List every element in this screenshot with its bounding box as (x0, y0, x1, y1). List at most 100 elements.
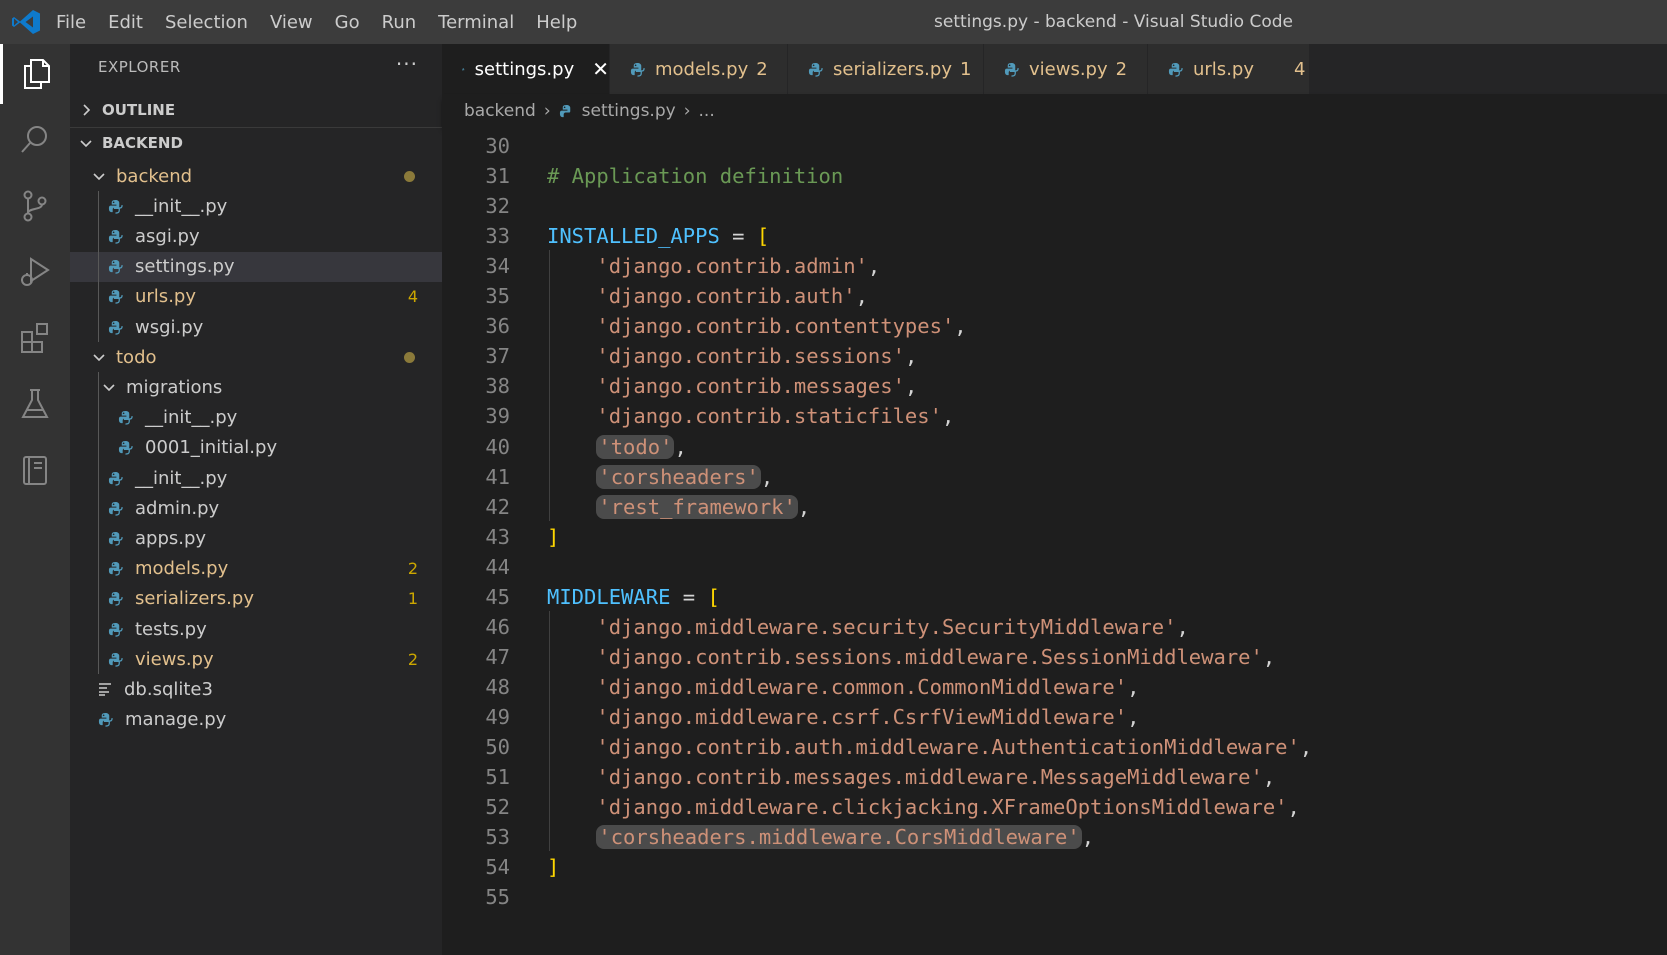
tab-urls.py[interactable]: urls.py 4 (1148, 44, 1310, 94)
code-line[interactable]: 55 (442, 881, 1667, 913)
tree-item-label: __init__.py (135, 467, 228, 489)
line-number: 34 (485, 254, 510, 279)
code-text: # Application definition (547, 160, 843, 192)
breadcrumb-file[interactable]: settings.py (582, 101, 676, 121)
code-line[interactable]: 34 'django.contrib.admin', (442, 250, 1667, 282)
python-file-icon (108, 320, 123, 335)
code-line[interactable]: 53 'corsheaders.middleware.CorsMiddlewar… (442, 821, 1667, 853)
code-line[interactable]: 44 (442, 551, 1667, 583)
tab-models.py[interactable]: models.py 2 (610, 44, 788, 94)
tree-item-label: models.py (135, 558, 229, 580)
tree-item-label: views.py (135, 648, 214, 670)
code-token: , (1127, 674, 1140, 699)
file-item[interactable]: apps.py (70, 523, 442, 553)
source-control-button[interactable] (0, 176, 70, 236)
file-item[interactable]: urls.py 4 (70, 282, 442, 312)
code-token: , (855, 284, 868, 309)
code-line[interactable]: 32 (442, 190, 1667, 222)
code-line[interactable]: 46 'django.middleware.security.SecurityM… (442, 611, 1667, 643)
folder-backend[interactable]: backend (70, 161, 442, 191)
code-line[interactable]: 49 'django.middleware.csrf.CsrfViewMiddl… (442, 701, 1667, 733)
breadcrumb-symbols[interactable]: ... (699, 101, 715, 121)
file-item[interactable]: admin.py (70, 493, 442, 523)
file-item[interactable]: __init__.py (70, 191, 442, 221)
file-item[interactable]: __init__.py (70, 403, 442, 433)
code-line[interactable]: 51 'django.contrib.messages.middleware.M… (442, 761, 1667, 793)
tab-views.py[interactable]: views.py 2 (984, 44, 1148, 94)
indent-guide (98, 191, 99, 343)
problem-count-badge: 2 (407, 559, 418, 579)
file-item[interactable]: db.sqlite3 (70, 674, 442, 704)
code-line[interactable]: 43] (442, 521, 1667, 553)
tab-label: views.py (1029, 58, 1108, 80)
file-item[interactable]: asgi.py (70, 221, 442, 251)
code-line[interactable]: 45 MIDDLEWARE = [ (442, 581, 1667, 613)
code-line[interactable]: 30 (442, 130, 1667, 162)
code-text: 'django.contrib.sessions', (547, 340, 917, 372)
chevron-right-icon (83, 104, 91, 116)
code-text: ] (547, 851, 559, 883)
code-line[interactable]: 35 'django.contrib.auth', (442, 280, 1667, 312)
code-token: , (867, 254, 881, 279)
file-item[interactable]: wsgi.py (70, 312, 442, 342)
extensions-button[interactable] (0, 308, 70, 368)
code-line[interactable]: 54] (442, 851, 1667, 883)
code-line[interactable]: 38 'django.contrib.messages', (442, 370, 1667, 402)
code-line[interactable]: 50 'django.contrib.auth.middleware.Authe… (442, 731, 1667, 763)
code-token: 'django.contrib.messages' (596, 374, 905, 399)
testing-button[interactable] (0, 374, 70, 434)
file-item[interactable]: tests.py (70, 614, 442, 644)
code-line[interactable]: 48 'django.middleware.common.CommonMiddl… (442, 671, 1667, 703)
line-number: 38 (485, 374, 510, 399)
line-number: 32 (485, 194, 510, 219)
breadcrumb-folder[interactable]: backend (464, 101, 536, 121)
code-line[interactable]: 47 'django.contrib.sessions.middleware.S… (442, 641, 1667, 673)
code-token: , (941, 404, 955, 429)
python-file-icon (1004, 62, 1019, 77)
outline-section[interactable]: OUTLINE (70, 95, 442, 125)
folder-migrations[interactable]: migrations (70, 372, 442, 402)
notebook-button[interactable] (0, 440, 70, 500)
code-token: 'django.contrib.auth.middleware.Authenti… (596, 735, 1300, 759)
code-token: 'django.contrib.sessions.middleware.Sess… (596, 644, 1263, 669)
explorer-button[interactable] (0, 44, 70, 104)
tab-settings.py[interactable]: settings.py ✕ (442, 44, 610, 94)
run-debug-button[interactable] (0, 242, 70, 302)
code-text: MIDDLEWARE = [ (547, 581, 720, 613)
code-text: 'django.contrib.messages', (547, 370, 917, 402)
file-item[interactable]: serializers.py 1 (70, 584, 442, 614)
tab-serializers.py[interactable]: serializers.py 1 (788, 44, 984, 94)
folder-todo[interactable]: todo (70, 342, 442, 372)
backend-section[interactable]: BACKEND (70, 127, 442, 158)
file-item[interactable]: __init__.py (70, 463, 442, 493)
more-actions-icon[interactable]: ··· (396, 52, 418, 76)
code-text: 'django.contrib.messages.middleware.Mess… (547, 761, 1275, 793)
close-icon[interactable]: ✕ (592, 57, 609, 81)
code-line[interactable]: 41 'corsheaders', (442, 461, 1667, 493)
file-item[interactable]: views.py 2 (70, 644, 442, 674)
code-editor[interactable]: 30 31 # Application definition 32 33 INSTALLE… (442, 128, 1667, 955)
code-token: , (797, 494, 811, 519)
code-line[interactable]: 31 # Application definition (442, 160, 1667, 192)
code-line[interactable]: 36 'django.contrib.contenttypes', (442, 310, 1667, 342)
code-line[interactable]: 40 'todo', (442, 431, 1667, 463)
code-token: 'django.middleware.csrf.CsrfViewMiddlewa… (596, 704, 1128, 729)
search-button[interactable] (0, 110, 70, 170)
code-line[interactable]: 33 INSTALLED_APPS = [ (442, 220, 1667, 252)
file-item[interactable]: manage.py (70, 705, 442, 735)
tree-item-label: todo (116, 346, 157, 368)
code-line[interactable]: 42 'rest_framework', (442, 491, 1667, 523)
file-item[interactable]: 0001_initial.py (70, 433, 442, 463)
code-line[interactable]: 52 'django.middleware.clickjacking.XFram… (442, 791, 1667, 823)
file-item[interactable]: settings.py (70, 251, 442, 282)
highlighted-token: 'corsheaders.middleware.CorsMiddleware' (596, 825, 1082, 850)
line-number: 47 (485, 644, 510, 669)
line-number: 33 (485, 224, 510, 249)
code-line[interactable]: 37 'django.contrib.sessions', (442, 340, 1667, 372)
chevron-right-icon: › (543, 101, 551, 121)
breadcrumb: backend › settings.py › ... (442, 94, 1667, 128)
file-item[interactable]: models.py 2 (70, 554, 442, 584)
code-line[interactable]: 39 'django.contrib.staticfiles', (442, 400, 1667, 432)
problem-count-badge: 4 (407, 287, 418, 307)
